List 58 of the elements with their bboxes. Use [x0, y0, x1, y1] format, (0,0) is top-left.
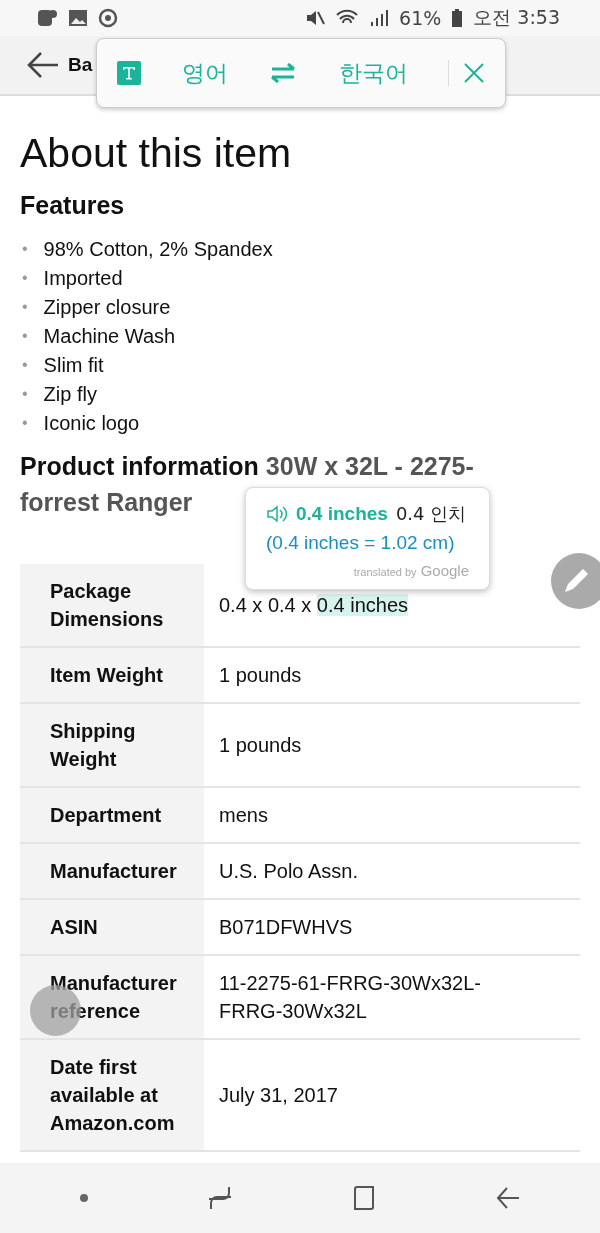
dot-icon — [79, 1193, 89, 1203]
speaker-icon[interactable] — [266, 505, 288, 523]
source-word: 0.4 inches — [296, 503, 388, 525]
back-icon[interactable] — [26, 51, 60, 79]
table-label: ASIN — [20, 900, 204, 956]
translate-icon — [117, 61, 141, 85]
bullet-mark: • — [22, 412, 28, 433]
clock: 오전 3:53 — [473, 5, 560, 30]
table-value: 11-2275-61-FRRG-30Wx32L-FRRG-30Wx32L — [204, 956, 580, 1040]
target-language[interactable]: 한국어 — [338, 57, 408, 89]
bullet-mark: • — [22, 354, 28, 375]
signal-icon — [369, 8, 390, 28]
app-icon — [36, 8, 58, 28]
feature-item: Imported — [43, 265, 123, 291]
feature-item: 98% Cotton, 2% Spandex — [43, 236, 273, 262]
table-value: U.S. Polo Assn. — [204, 844, 580, 900]
back-nav-icon[interactable] — [495, 1185, 521, 1211]
bullet-mark: • — [22, 238, 28, 259]
table-value: July 31, 2017 — [204, 1040, 580, 1152]
credit-text: translated by — [353, 566, 417, 578]
table-value: 1 pounds — [204, 648, 580, 704]
table-label: Department — [20, 788, 204, 844]
back-label: Ba — [68, 54, 93, 76]
section-heading: Product information 30W x 32L - 2275- — [20, 451, 474, 481]
source-language[interactable]: 영어 — [181, 57, 228, 89]
bullet-mark: • — [22, 267, 28, 288]
close-icon[interactable] — [463, 62, 485, 84]
home-icon[interactable] — [351, 1185, 377, 1211]
table-label: Date first available at Amazon.com — [20, 1040, 204, 1152]
battery-percent: 61% — [399, 7, 442, 29]
pencil-button[interactable] — [551, 553, 600, 609]
bullet-mark: • — [22, 296, 28, 317]
sync-icon — [98, 8, 118, 28]
mute-icon — [305, 8, 326, 28]
recent-apps-icon[interactable] — [207, 1185, 233, 1211]
feature-item: Zip fly — [43, 381, 97, 407]
swap-icon[interactable] — [268, 63, 298, 83]
section-heading: Features — [20, 191, 126, 220]
battery-icon — [451, 8, 464, 28]
bullet-mark: • — [22, 383, 28, 404]
table-value: mens — [204, 788, 580, 844]
credit-brand: Google — [420, 562, 469, 579]
feature-item: Slim fit — [43, 352, 104, 378]
table-label: Item Weight — [20, 648, 204, 704]
product-subtitle: forrest Ranger — [20, 487, 193, 517]
table-label: Shipping Weight — [20, 704, 204, 788]
table-label: Package Dimensions — [20, 564, 204, 648]
table-value: B071DFWHVS — [204, 900, 580, 956]
feature-item: Iconic logo — [43, 410, 140, 436]
feature-item: Machine Wash — [43, 323, 176, 349]
feature-item: Zipper closure — [43, 294, 171, 320]
table-value: 1 pounds — [204, 704, 580, 788]
page-title: About this item — [20, 130, 293, 177]
unit-conversion: (0.4 inches = 1.02 cm) — [266, 532, 456, 554]
bullet-mark: • — [22, 325, 28, 346]
table-label: Manufacturer — [20, 844, 204, 900]
image-icon — [68, 9, 88, 27]
translated-word: 0.4 인치 — [395, 502, 467, 526]
